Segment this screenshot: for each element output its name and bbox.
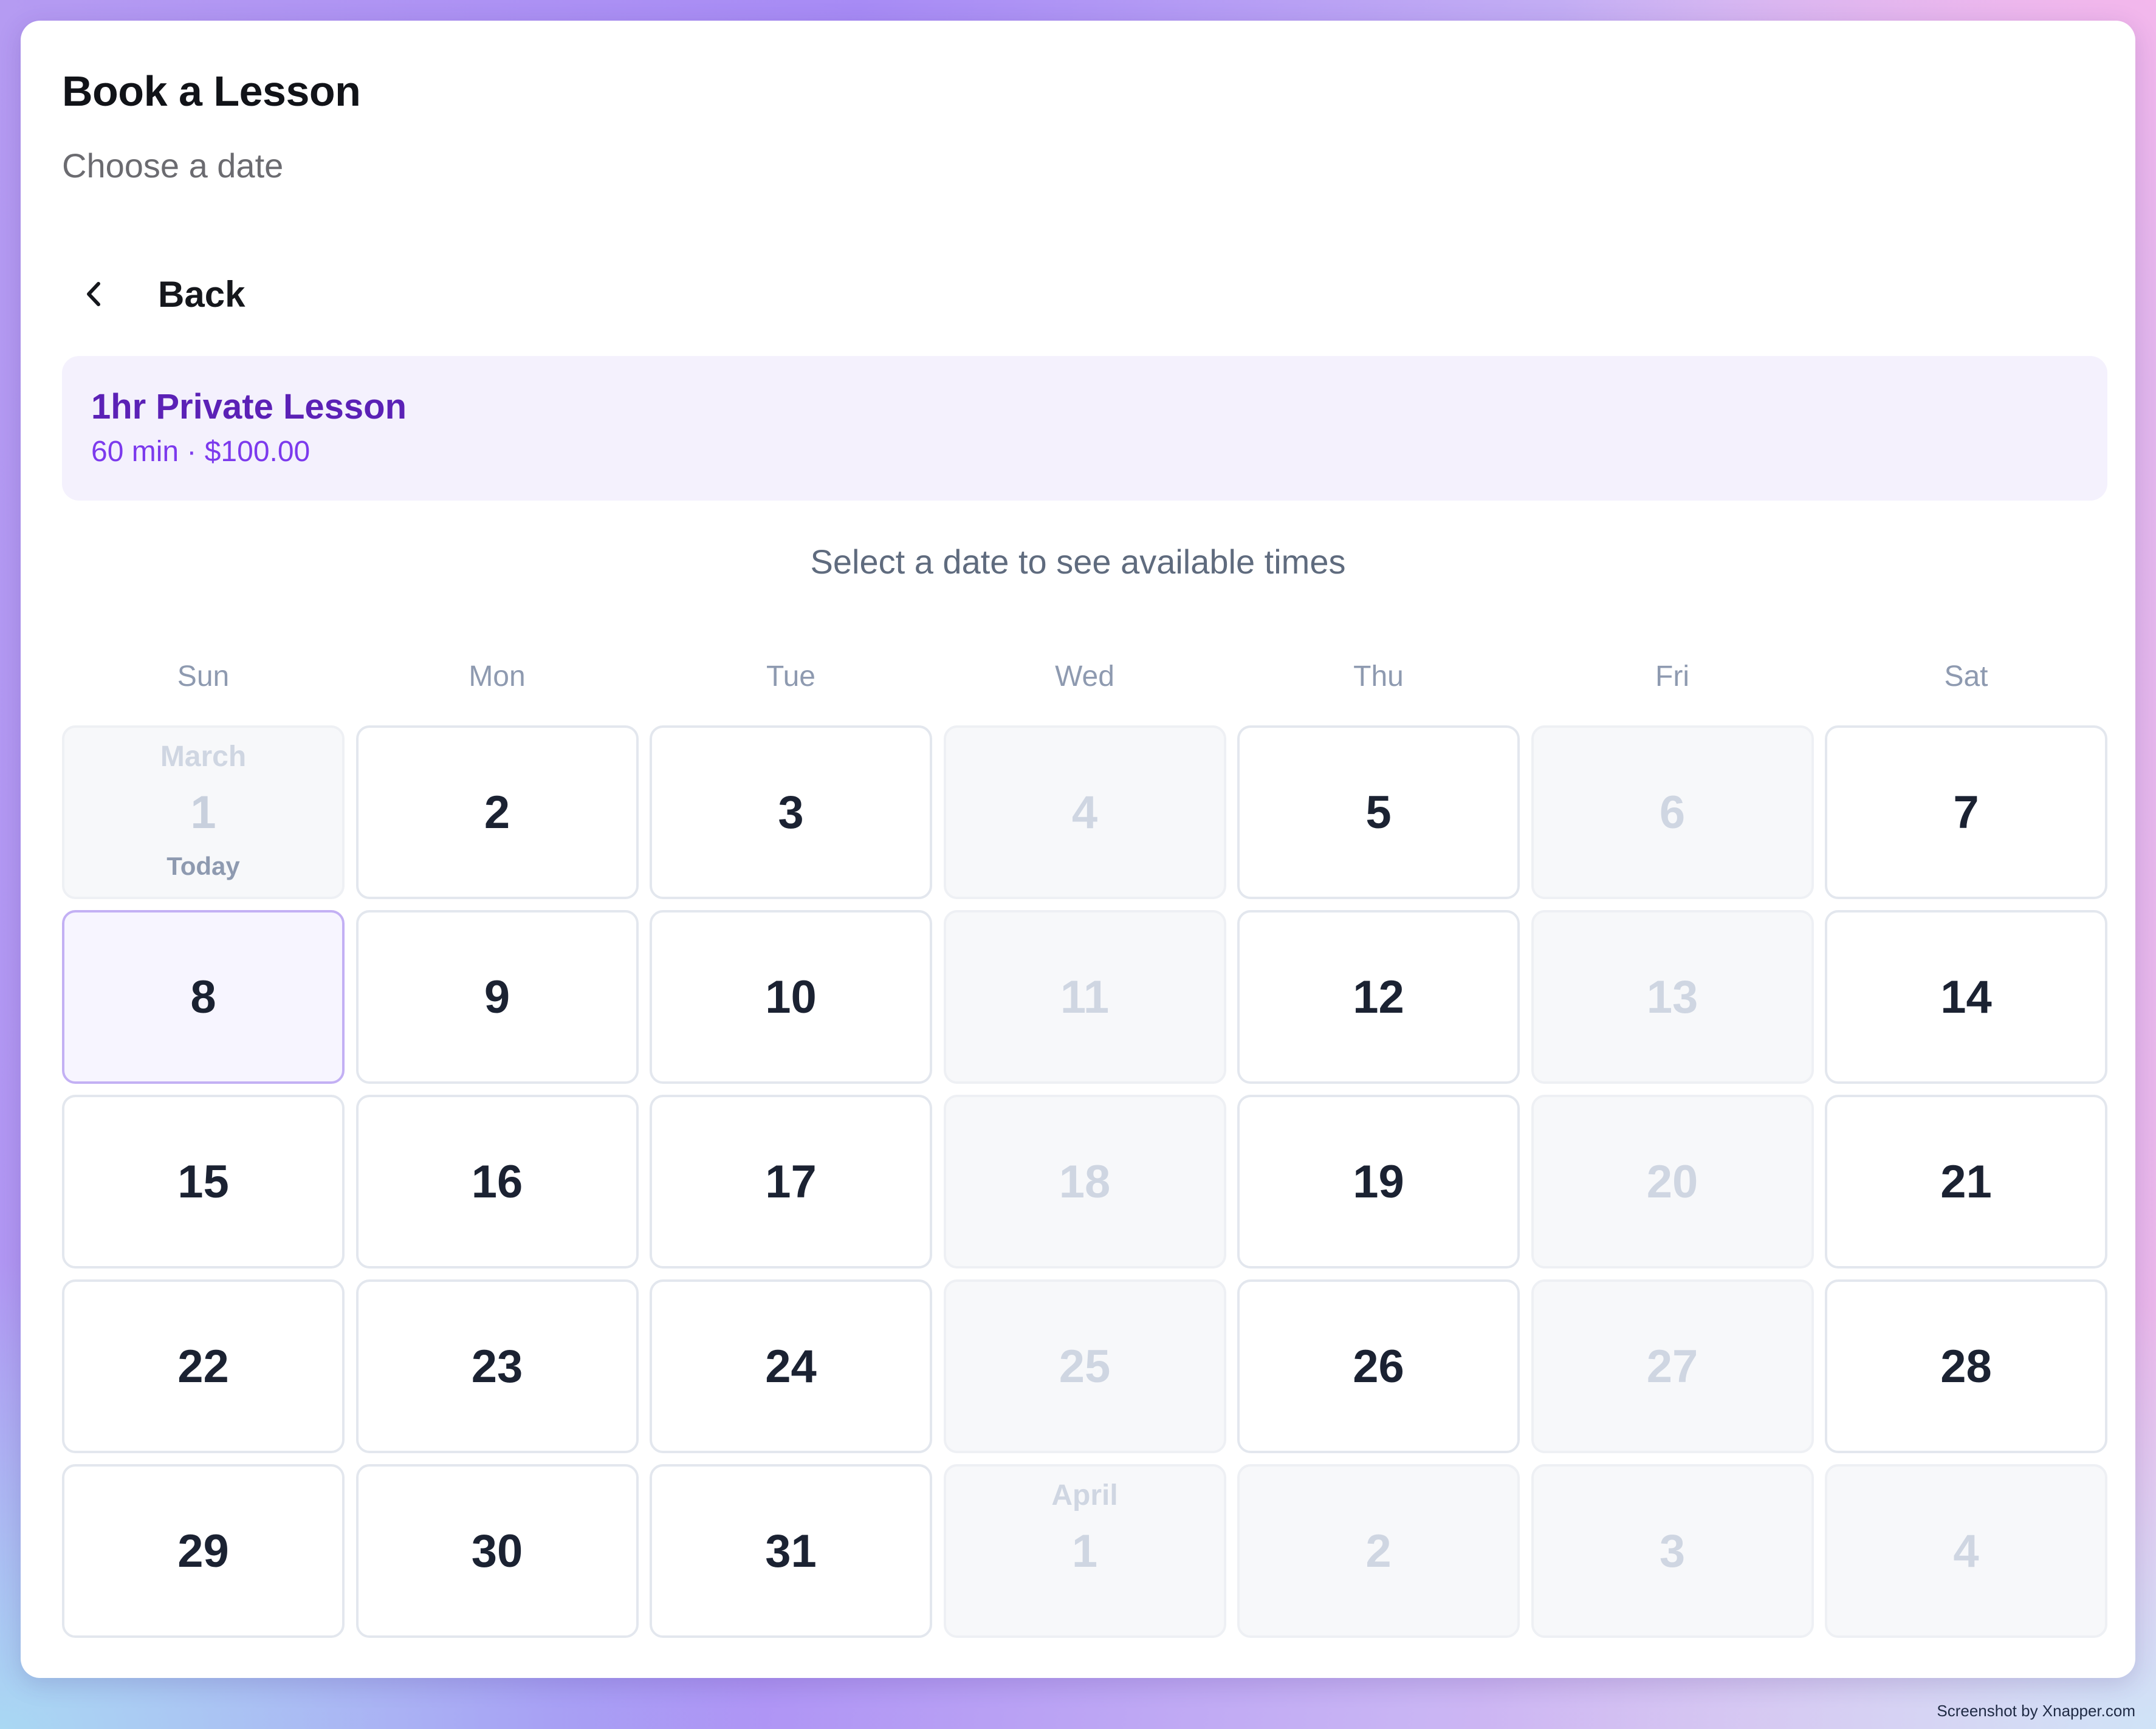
calendar-day: 4 xyxy=(943,725,1226,899)
calendar-day: 2 xyxy=(1237,1464,1520,1638)
day-number: 9 xyxy=(484,971,510,1023)
calendar-day[interactable]: 14 xyxy=(1825,910,2107,1084)
calendar-day: April 1 xyxy=(943,1464,1226,1638)
weekday-label: Sun xyxy=(177,660,230,693)
weekday-label: Fri xyxy=(1655,660,1689,693)
day-number: 20 xyxy=(1646,1156,1698,1208)
calendar-day: 4 xyxy=(1825,1464,2107,1638)
day-number: 19 xyxy=(1353,1156,1404,1208)
calendar-grid: March 1 Today 2 3 4 5 6 7 8 9 10 11 12 13 14 15 16 17 18 19 2… xyxy=(62,725,2107,1638)
day-number: 4 xyxy=(1953,1525,1979,1577)
calendar-day[interactable]: 29 xyxy=(62,1464,345,1638)
calendar-day: 3 xyxy=(1531,1464,1814,1638)
lesson-name: 1hr Private Lesson xyxy=(91,387,407,426)
day-number: 3 xyxy=(778,786,804,838)
day-number: 23 xyxy=(471,1340,523,1392)
day-number: 7 xyxy=(1953,786,1979,838)
day-number: 13 xyxy=(1646,971,1698,1023)
calendar-day[interactable]: 23 xyxy=(355,1279,639,1453)
page-title: Book a Lesson xyxy=(62,67,361,115)
day-number: 6 xyxy=(1659,786,1686,838)
calendar-day[interactable]: 26 xyxy=(1237,1279,1520,1453)
calendar-day[interactable]: 28 xyxy=(1825,1279,2107,1453)
calendar-day: 27 xyxy=(1531,1279,1814,1453)
day-number: 2 xyxy=(1365,1525,1392,1577)
calendar-day-selected[interactable]: 8 xyxy=(62,910,345,1084)
day-number: 2 xyxy=(484,786,510,838)
day-number: 17 xyxy=(765,1156,817,1208)
day-number: 21 xyxy=(1940,1156,1992,1208)
weekday-label: Thu xyxy=(1353,660,1404,693)
calendar-day[interactable]: 5 xyxy=(1237,725,1520,899)
calendar-day: 11 xyxy=(943,910,1226,1084)
calendar-day[interactable]: 17 xyxy=(650,1095,932,1269)
calendar-day[interactable]: 10 xyxy=(650,910,932,1084)
day-number: 5 xyxy=(1365,786,1392,838)
day-month-label: March xyxy=(160,741,247,773)
day-number: 30 xyxy=(471,1525,523,1577)
calendar-day[interactable]: 7 xyxy=(1825,725,2107,899)
back-button[interactable]: Back xyxy=(81,252,245,337)
calendar-day: 20 xyxy=(1531,1095,1814,1269)
weekday-label: Tue xyxy=(766,660,815,693)
day-number: 27 xyxy=(1646,1340,1698,1392)
day-number: 22 xyxy=(177,1340,229,1392)
chevron-left-icon xyxy=(81,276,118,312)
day-number: 3 xyxy=(1659,1525,1686,1577)
calendar-day[interactable]: 22 xyxy=(62,1279,345,1453)
day-number: 29 xyxy=(177,1525,229,1577)
calendar-day[interactable]: 19 xyxy=(1237,1095,1520,1269)
calendar-day[interactable]: 21 xyxy=(1825,1095,2107,1269)
day-number: 1 xyxy=(190,786,216,838)
calendar-day[interactable]: 24 xyxy=(650,1279,932,1453)
booking-card: Book a Lesson Choose a date Back 1hr Pri… xyxy=(21,21,2135,1678)
day-number: 11 xyxy=(1060,971,1110,1023)
day-number: 18 xyxy=(1059,1156,1111,1208)
day-number: 26 xyxy=(1353,1340,1404,1392)
calendar-day[interactable]: 16 xyxy=(355,1095,639,1269)
day-number: 14 xyxy=(1940,971,1992,1023)
lesson-summary: 1hr Private Lesson 60 min · $100.00 xyxy=(62,356,2107,501)
day-number: 12 xyxy=(1353,971,1404,1023)
calendar-day[interactable]: 15 xyxy=(62,1095,345,1269)
calendar-day[interactable]: 9 xyxy=(355,910,639,1084)
day-month-label: April xyxy=(1051,1479,1118,1512)
calendar-day: 6 xyxy=(1531,725,1814,899)
calendar-day[interactable]: 3 xyxy=(650,725,932,899)
calendar-day[interactable]: 31 xyxy=(650,1464,932,1638)
back-label: Back xyxy=(158,273,245,315)
calendar-day[interactable]: 12 xyxy=(1237,910,1520,1084)
calendar-day[interactable]: 2 xyxy=(355,725,639,899)
calendar-day: 13 xyxy=(1531,910,1814,1084)
day-number: 8 xyxy=(190,971,216,1023)
day-number: 10 xyxy=(765,971,817,1023)
watermark: Screenshot by Xnapper.com xyxy=(1937,1702,2135,1720)
today-label: Today xyxy=(167,852,240,880)
day-number: 4 xyxy=(1071,786,1098,838)
date-hint: Select a date to see available times xyxy=(810,543,1346,581)
weekday-label: Wed xyxy=(1055,660,1114,693)
calendar-day: 18 xyxy=(943,1095,1226,1269)
weekday-header: Sun Mon Tue Wed Thu Fri Sat xyxy=(62,652,2107,701)
calendar-day: 25 xyxy=(943,1279,1226,1453)
weekday-label: Mon xyxy=(469,660,526,693)
day-number: 16 xyxy=(471,1156,523,1208)
day-number: 15 xyxy=(177,1156,229,1208)
calendar-day-today: March 1 Today xyxy=(62,725,345,899)
day-number: 31 xyxy=(765,1525,817,1577)
day-number: 25 xyxy=(1059,1340,1111,1392)
page-subtitle: Choose a date xyxy=(62,146,284,185)
day-number: 28 xyxy=(1940,1340,1992,1392)
calendar-day[interactable]: 30 xyxy=(355,1464,639,1638)
lesson-meta: 60 min · $100.00 xyxy=(91,436,311,468)
day-number: 24 xyxy=(765,1340,817,1392)
weekday-label: Sat xyxy=(1944,660,1988,693)
day-number: 1 xyxy=(1071,1525,1098,1577)
